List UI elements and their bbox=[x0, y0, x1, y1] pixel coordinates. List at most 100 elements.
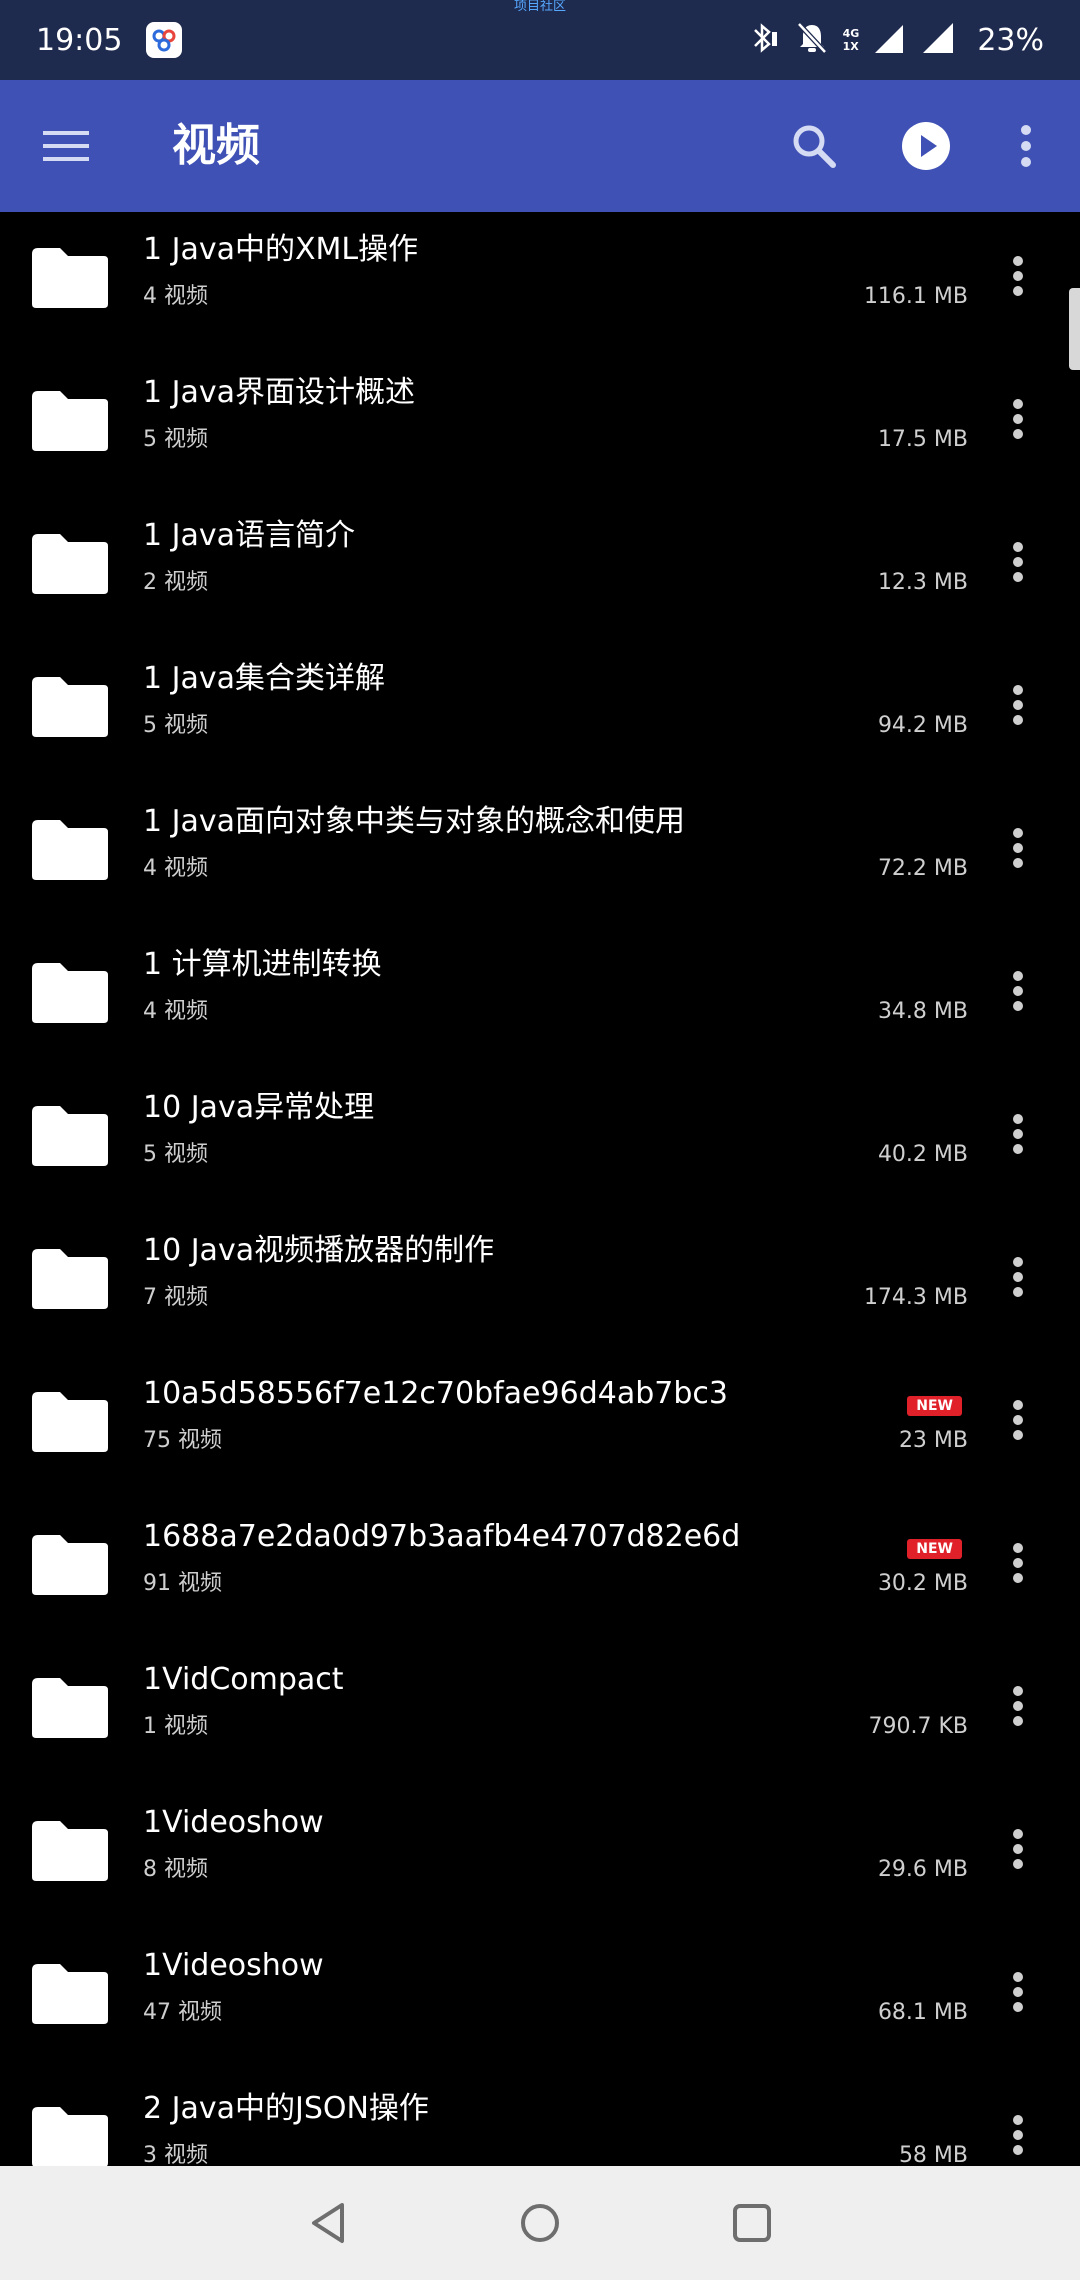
status-indicators: 4G 1X 23% bbox=[745, 20, 1044, 60]
folder-row[interactable]: 1 计算机进制转换 4 视频 34.8 MB bbox=[0, 927, 1080, 1070]
folder-size: 34.8 MB bbox=[877, 999, 968, 1024]
row-more-button[interactable] bbox=[1004, 1396, 1032, 1444]
more-vert-icon bbox=[1013, 1257, 1023, 1297]
folder-size: 116.1 MB bbox=[863, 284, 968, 309]
row-more-button[interactable] bbox=[1004, 1539, 1032, 1587]
folder-video-count: 5 视频 bbox=[143, 427, 208, 452]
folder-icon bbox=[32, 963, 108, 1023]
network-type: 4G 1X bbox=[843, 27, 860, 53]
play-button[interactable] bbox=[900, 120, 952, 172]
nav-home-button[interactable] bbox=[514, 2197, 566, 2249]
more-vert-icon bbox=[1021, 125, 1031, 167]
folder-row[interactable]: 1 Java界面设计概述 5 视频 17.5 MB bbox=[0, 355, 1080, 498]
folder-icon bbox=[32, 1535, 108, 1595]
menu-button[interactable] bbox=[40, 120, 92, 172]
folder-size: 58 MB bbox=[898, 2143, 968, 2166]
folder-icon bbox=[32, 1106, 108, 1166]
folder-name: 10a5d58556f7e12c70bfae96d4ab7bc3 bbox=[143, 1376, 728, 1411]
folder-video-count: 8 视频 bbox=[143, 1857, 208, 1882]
system-nav-bar bbox=[0, 2166, 1080, 2280]
folder-name: 1Videoshow bbox=[143, 1948, 324, 1983]
status-notice: 项目社区 bbox=[513, 0, 566, 14]
folder-size: 12.3 MB bbox=[877, 570, 968, 595]
more-vert-icon bbox=[1013, 542, 1023, 582]
row-more-button[interactable] bbox=[1004, 1110, 1032, 1158]
page-title: 视频 bbox=[172, 120, 260, 171]
folder-row[interactable]: 1 Java集合类详解 5 视频 94.2 MB bbox=[0, 641, 1080, 784]
folder-video-count: 5 视频 bbox=[143, 713, 208, 738]
folder-name: 10 Java异常处理 bbox=[143, 1090, 375, 1125]
folder-icon bbox=[32, 1392, 108, 1452]
more-vert-icon bbox=[1013, 1400, 1023, 1440]
home-circle-icon bbox=[521, 2204, 559, 2242]
row-more-button[interactable] bbox=[1004, 395, 1032, 443]
folder-row[interactable]: 10 Java视频播放器的制作 7 视频 174.3 MB bbox=[0, 1213, 1080, 1356]
row-more-button[interactable] bbox=[1004, 681, 1032, 729]
more-vert-icon bbox=[1013, 1543, 1023, 1583]
folder-name: 1 Java面向对象中类与对象的概念和使用 bbox=[143, 804, 685, 839]
row-more-button[interactable] bbox=[1004, 824, 1032, 872]
network-type-bottom: 1X bbox=[842, 40, 859, 53]
folder-row[interactable]: 1 Java中的XML操作 4 视频 116.1 MB bbox=[0, 212, 1080, 355]
folder-icon bbox=[32, 820, 108, 880]
folder-row[interactable]: 1 Java语言简介 2 视频 12.3 MB bbox=[0, 498, 1080, 641]
folder-icon bbox=[32, 677, 108, 737]
nav-recents-button[interactable] bbox=[726, 2197, 778, 2249]
folder-video-count: 4 视频 bbox=[143, 999, 208, 1024]
row-more-button[interactable] bbox=[1004, 2111, 1032, 2159]
folder-row[interactable]: 1688a7e2da0d97b3aafb4e4707d82e6d 91 视频 NEW… bbox=[0, 1499, 1080, 1642]
row-more-button[interactable] bbox=[1004, 1825, 1032, 1873]
folder-icon bbox=[32, 391, 108, 451]
folder-video-count: 7 视频 bbox=[143, 1285, 208, 1310]
scrollbar-thumb[interactable] bbox=[1069, 288, 1080, 370]
more-vert-icon bbox=[1013, 256, 1023, 296]
folder-video-count: 4 视频 bbox=[143, 284, 208, 309]
folder-video-count: 4 视频 bbox=[143, 856, 208, 881]
folder-size: 23 MB bbox=[898, 1428, 968, 1453]
new-badge: NEW bbox=[907, 1539, 962, 1559]
folder-name: 2 Java中的JSON操作 bbox=[143, 2091, 429, 2126]
recents-square-icon bbox=[733, 2204, 771, 2242]
search-button[interactable] bbox=[786, 118, 842, 174]
more-vert-icon bbox=[1013, 971, 1023, 1011]
folder-icon bbox=[32, 1821, 108, 1881]
signal-icon bbox=[873, 21, 907, 59]
folder-video-count: 3 视频 bbox=[143, 2143, 208, 2166]
overflow-menu-button[interactable] bbox=[1006, 120, 1046, 172]
row-more-button[interactable] bbox=[1004, 252, 1032, 300]
status-bar: 项目社区 19:05 4G 1X 23% bbox=[0, 0, 1080, 80]
battery-percent: 23% bbox=[977, 22, 1044, 58]
folder-video-count: 47 视频 bbox=[143, 2000, 222, 2025]
row-more-button[interactable] bbox=[1004, 1253, 1032, 1301]
folder-row[interactable]: 10 Java异常处理 5 视频 40.2 MB bbox=[0, 1070, 1080, 1213]
folder-row[interactable]: 2 Java中的JSON操作 3 视频 58 MB bbox=[0, 2071, 1080, 2166]
more-vert-icon bbox=[1013, 1114, 1023, 1154]
folder-icon bbox=[32, 534, 108, 594]
row-more-button[interactable] bbox=[1004, 1682, 1032, 1730]
folder-name: 1 Java中的XML操作 bbox=[143, 232, 419, 267]
folder-name: 1688a7e2da0d97b3aafb4e4707d82e6d bbox=[143, 1519, 741, 1554]
row-more-button[interactable] bbox=[1004, 538, 1032, 586]
folder-row[interactable]: 10a5d58556f7e12c70bfae96d4ab7bc3 75 视频 NEW… bbox=[0, 1356, 1080, 1499]
more-vert-icon bbox=[1013, 1686, 1023, 1726]
folder-name: 10 Java视频播放器的制作 bbox=[143, 1233, 495, 1268]
search-icon bbox=[793, 125, 836, 168]
signal-icon-secondary bbox=[921, 21, 955, 59]
more-vert-icon bbox=[1013, 2115, 1023, 2155]
folder-list[interactable]: 1 Java中的XML操作 4 视频 116.1 MB 1 Java界面设计概述 5 视… bbox=[0, 212, 1080, 2166]
row-more-button[interactable] bbox=[1004, 1968, 1032, 2016]
folder-row[interactable]: 1VidCompact 1 视频 790.7 KB bbox=[0, 1642, 1080, 1785]
hamburger-icon bbox=[43, 131, 89, 161]
folder-size: 790.7 KB bbox=[868, 1714, 969, 1739]
nav-back-button[interactable] bbox=[302, 2197, 354, 2249]
folder-size: 17.5 MB bbox=[877, 427, 968, 452]
folder-row[interactable]: 1Videoshow 47 视频 68.1 MB bbox=[0, 1928, 1080, 2071]
row-more-button[interactable] bbox=[1004, 967, 1032, 1015]
folder-row[interactable]: 1 Java面向对象中类与对象的概念和使用 4 视频 72.2 MB bbox=[0, 784, 1080, 927]
folder-size: 29.6 MB bbox=[877, 1857, 968, 1882]
back-triangle-icon bbox=[312, 2203, 344, 2243]
folder-row[interactable]: 1Videoshow 8 视频 29.6 MB bbox=[0, 1785, 1080, 1928]
folder-icon bbox=[32, 1249, 108, 1309]
folder-size: 30.2 MB bbox=[877, 1571, 968, 1596]
folder-name: 1 Java语言简介 bbox=[143, 518, 355, 553]
